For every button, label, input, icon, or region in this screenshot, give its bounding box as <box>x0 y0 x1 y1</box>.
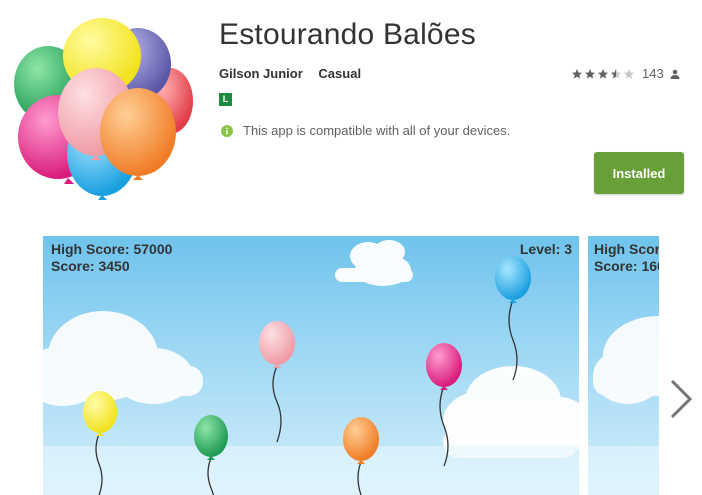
chevron-right-icon[interactable] <box>668 378 694 420</box>
score-text: Score: 160 <box>594 258 659 274</box>
score-text: Score: 3450 <box>51 258 130 274</box>
compatibility-text: This app is compatible with all of your … <box>243 123 511 138</box>
high-score-text: High Score: 57000 <box>51 241 173 257</box>
half-star-icon <box>611 68 621 79</box>
info-icon <box>221 124 233 137</box>
app-icon <box>14 18 193 200</box>
level-text: Level: 3 <box>519 241 572 257</box>
high-score-text: High Score <box>594 241 659 257</box>
rating-count: 143 <box>642 66 664 81</box>
compatibility-notice: This app is compatible with all of your … <box>221 123 510 138</box>
rating: 143 <box>571 66 680 81</box>
hud-scores: High Score Score: 160 <box>594 241 659 275</box>
content-rating-badge: L <box>219 93 232 106</box>
screenshot-2[interactable]: High Score Score: 160 <box>588 236 659 495</box>
star-icon <box>624 68 634 79</box>
star-icon <box>585 68 595 79</box>
app-title: Estourando Balões <box>219 18 476 51</box>
star-icon <box>598 68 608 79</box>
category-link[interactable]: Casual <box>318 66 361 81</box>
person-icon <box>670 69 680 79</box>
star-icon <box>572 68 582 79</box>
hud-scores: High Score: 57000 Score: 3450 <box>51 241 172 275</box>
developer-link[interactable]: Gilson Junior <box>219 66 303 81</box>
screenshot-1[interactable]: High Score: 57000 Score: 3450 Level: 3 <box>43 236 579 495</box>
app-meta: Gilson Junior Casual <box>219 66 373 81</box>
installed-button[interactable]: Installed <box>594 152 684 194</box>
